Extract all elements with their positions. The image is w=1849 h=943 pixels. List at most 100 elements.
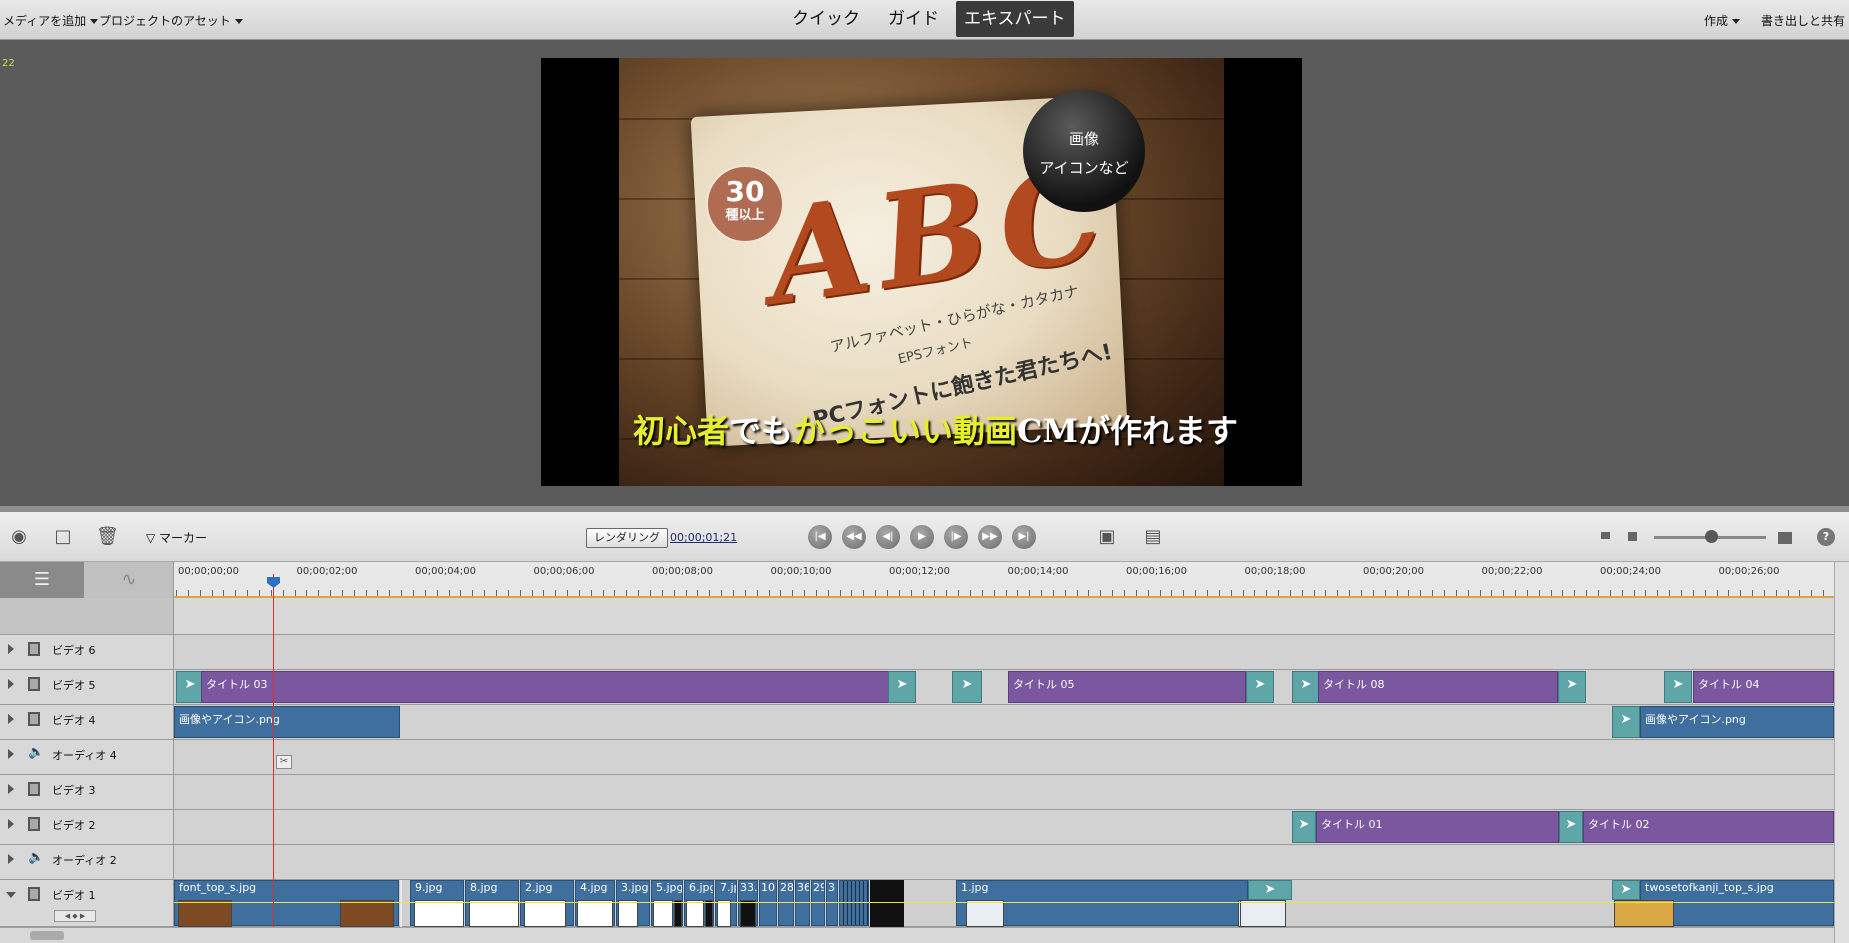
ruler-tick bbox=[318, 590, 320, 596]
zoom-in-icon[interactable] bbox=[1778, 532, 1792, 544]
fullscreen-icon[interactable]: ▤ bbox=[1142, 526, 1164, 548]
title-clip[interactable]: タイトル 08 bbox=[1318, 671, 1558, 703]
camera-icon[interactable]: ◉ bbox=[8, 526, 30, 548]
image-clip[interactable]: 36 bbox=[795, 880, 810, 926]
track-lane-video2[interactable]: ➤ タイトル 01 ➤ タイトル 02 bbox=[174, 810, 1834, 845]
image-clip[interactable]: 29 bbox=[811, 880, 825, 926]
monitor-settings-icon[interactable]: ▣ bbox=[1096, 526, 1118, 548]
track-name: ビデオ 2 bbox=[52, 819, 96, 832]
track-header-audio4[interactable]: 🔈 オーディオ 4 bbox=[0, 740, 174, 775]
expand-icon[interactable] bbox=[8, 854, 14, 864]
title-clip[interactable]: タイトル 04 bbox=[1693, 671, 1834, 703]
render-button[interactable]: レンダリング bbox=[586, 528, 668, 548]
audio-waveform-icon[interactable]: ∿ bbox=[84, 562, 174, 598]
track-lane-video1[interactable]: font_top_s.jpg 9.jpg 8.jpg 2.jpg 4.jpg 3… bbox=[174, 880, 1834, 927]
horizontal-scrollbar[interactable] bbox=[0, 927, 1834, 943]
help-icon[interactable]: ? bbox=[1817, 528, 1835, 546]
zoom-out-icon[interactable] bbox=[1628, 532, 1637, 541]
fast-forward-icon[interactable]: ▶▶ bbox=[978, 525, 1002, 549]
transition-icon[interactable]: ➤ bbox=[1612, 706, 1640, 738]
scissors-icon[interactable]: ✂ bbox=[276, 755, 292, 769]
collapse-icon[interactable] bbox=[6, 892, 16, 898]
scrollbar-thumb[interactable] bbox=[30, 931, 64, 940]
title-clip[interactable]: タイトル 03 bbox=[201, 671, 889, 703]
image-clip[interactable]: 画像やアイコン.png bbox=[174, 706, 400, 738]
ruler-tick bbox=[1100, 590, 1102, 596]
trash-icon[interactable]: 🗑 bbox=[96, 526, 119, 548]
image-clip[interactable]: 3 bbox=[826, 880, 838, 926]
transition-icon[interactable]: ➤ bbox=[176, 671, 204, 703]
add-media-label: メディアを追加 bbox=[3, 14, 87, 28]
track-lane-video3[interactable] bbox=[174, 775, 1834, 810]
track-lane-video6[interactable] bbox=[174, 635, 1834, 670]
transition-icon[interactable]: ➤ bbox=[1612, 880, 1640, 900]
title-clip[interactable]: タイトル 05 bbox=[1008, 671, 1246, 703]
project-assets-menu[interactable]: プロジェクトのアセット bbox=[99, 12, 243, 29]
image-clip[interactable]: 10 bbox=[759, 880, 777, 926]
track-list-icon[interactable]: ☰ bbox=[0, 562, 84, 598]
tab-guided[interactable]: ガイド bbox=[880, 0, 947, 38]
track-lane-video5[interactable]: ➤ タイトル 03 ➤ ➤ タイトル 05 ➤ ➤ タイトル 08 ➤ ➤ タイ… bbox=[174, 670, 1834, 705]
go-to-end-icon[interactable]: ▶| bbox=[1012, 525, 1036, 549]
black-clip[interactable] bbox=[870, 880, 904, 927]
expand-icon[interactable] bbox=[8, 749, 14, 759]
vertical-scrollbar[interactable] bbox=[1834, 562, 1849, 943]
track-header-video1[interactable]: ビデオ 1 ◀ ◆ ▶ bbox=[0, 880, 174, 927]
zoom-slider-handle[interactable] bbox=[1705, 530, 1718, 543]
image-clip[interactable]: 28 bbox=[778, 880, 794, 926]
export-share-menu[interactable]: 書き出しと共有 bbox=[1761, 12, 1845, 29]
tab-quick[interactable]: クイック bbox=[784, 0, 868, 38]
playhead-line[interactable] bbox=[273, 574, 274, 943]
chevron-down-icon bbox=[90, 19, 99, 24]
expand-icon[interactable] bbox=[8, 714, 14, 724]
track-header-audio2[interactable]: 🔈 オーディオ 2 bbox=[0, 845, 174, 880]
video-preview[interactable]: ABC 30 種以上 アルファベット・ひらがな・カタカナ EPSフォント PCフ… bbox=[541, 58, 1302, 486]
marker-menu[interactable]: ▽ マーカー bbox=[146, 529, 207, 546]
title-clip[interactable]: タイトル 02 bbox=[1583, 811, 1834, 843]
track-header-video2[interactable]: ビデオ 2 bbox=[0, 810, 174, 845]
go-to-start-icon[interactable]: |◀ bbox=[808, 525, 832, 549]
create-menu[interactable]: 作成 bbox=[1704, 12, 1741, 29]
image-clip-stack[interactable] bbox=[839, 880, 869, 926]
tab-expert[interactable]: エキスパート bbox=[956, 1, 1074, 37]
track-lane-audio4[interactable]: ✂ bbox=[174, 740, 1834, 775]
clip-name: 6.jpg bbox=[689, 881, 714, 894]
transition-icon[interactable]: ➤ bbox=[1292, 671, 1320, 703]
transition-icon[interactable]: ➤ bbox=[1248, 880, 1292, 900]
expand-icon[interactable] bbox=[8, 679, 14, 689]
keyframe-nav-icon[interactable]: ◀ ◆ ▶ bbox=[54, 910, 96, 922]
ruler-label: 00;00;06;00 bbox=[533, 566, 595, 577]
expand-icon[interactable] bbox=[8, 644, 14, 654]
time-ruler[interactable]: 00;00;00;00 00;00;02;00 00;00;04;00 00;00;0… bbox=[174, 562, 1834, 598]
transition-icon[interactable]: ➤ bbox=[1664, 671, 1692, 703]
clip-name: 8.jpg bbox=[470, 881, 498, 894]
ruler-tick bbox=[531, 590, 533, 596]
step-back-icon[interactable]: ◀| bbox=[876, 525, 900, 549]
add-media-menu[interactable]: メディアを追加 bbox=[3, 12, 99, 29]
timecode[interactable]: 00;00;01;21 bbox=[670, 531, 737, 544]
opacity-line[interactable] bbox=[174, 902, 1834, 903]
track-header-video5[interactable]: ビデオ 5 bbox=[0, 670, 174, 705]
track-header-video4[interactable]: ビデオ 4 bbox=[0, 705, 174, 740]
track-header-video6[interactable]: ビデオ 6 bbox=[0, 635, 174, 670]
image-clip[interactable]: 画像やアイコン.png bbox=[1640, 706, 1834, 738]
preview-monitor: 22 ABC 30 種以上 アルファベット・ひらがな・カタカナ EPSフォント … bbox=[0, 40, 1849, 506]
track-lane-audio2[interactable] bbox=[174, 845, 1834, 880]
expand-icon[interactable] bbox=[8, 784, 14, 794]
title-clip[interactable]: タイトル 01 bbox=[1316, 811, 1559, 843]
transition-icon[interactable]: ➤ bbox=[888, 671, 916, 703]
track-lane-video4[interactable]: 画像やアイコン.png ➤ 画像やアイコン.png bbox=[174, 705, 1834, 740]
transition-icon[interactable]: ➤ bbox=[1559, 811, 1583, 843]
transition-icon[interactable]: ➤ bbox=[1558, 671, 1586, 703]
transition-icon[interactable]: ➤ bbox=[1292, 811, 1316, 843]
rotate-icon[interactable]: □ bbox=[52, 526, 74, 548]
transition-icon[interactable]: ➤ bbox=[1246, 671, 1274, 703]
track-header-video3[interactable]: ビデオ 3 bbox=[0, 775, 174, 810]
play-icon[interactable]: ▶ bbox=[910, 525, 934, 549]
view-small-icon[interactable] bbox=[1601, 532, 1610, 539]
expand-icon[interactable] bbox=[8, 819, 14, 829]
transition-icon[interactable]: ➤ bbox=[952, 671, 982, 703]
rewind-icon[interactable]: ◀◀ bbox=[842, 525, 866, 549]
ruler-tick bbox=[661, 590, 663, 596]
step-forward-icon[interactable]: |▶ bbox=[944, 525, 968, 549]
